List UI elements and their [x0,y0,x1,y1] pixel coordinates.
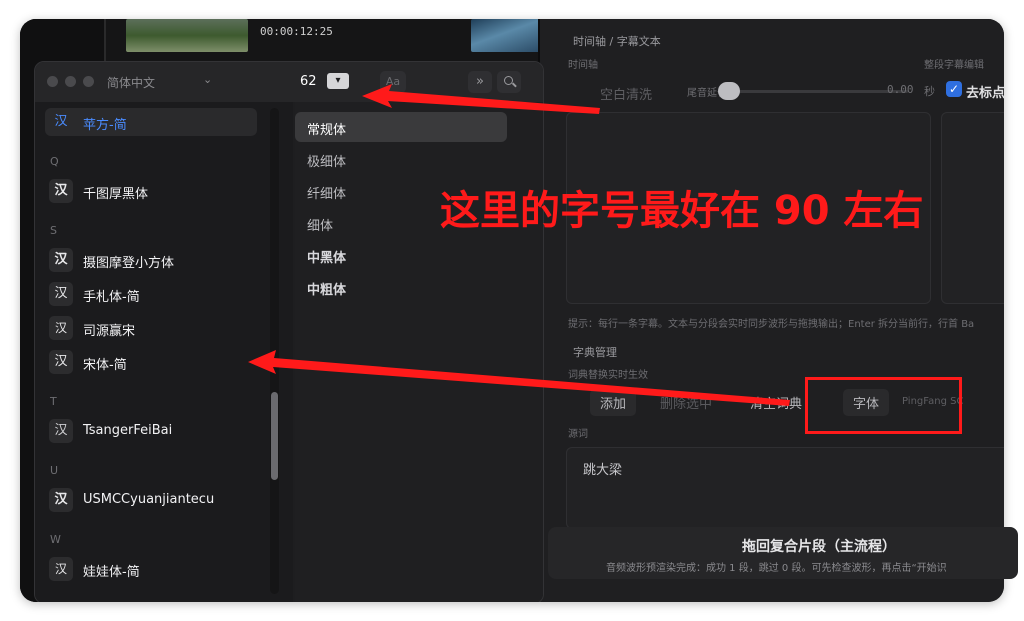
chevron-down-icon[interactable]: ⌄ [203,73,212,86]
weight-item[interactable]: 中黑体 [307,247,346,266]
source-word-label: 源词 [568,429,588,440]
font-glyph-icon: 汉 [54,114,68,129]
dict-realtime-label: 词典替换实时生效 [568,370,648,381]
seconds-unit: 秒 [924,85,935,98]
scrollbar-thumb[interactable] [271,392,278,480]
font-picker-toolbar: 简体中文 ⌄ 62 ▾ Aa » [35,62,543,102]
remove-punct-checkbox[interactable]: ✓ [946,81,962,97]
font-weight-list[interactable]: 常规体 极细体 纤细体 细体 中黑体 中粗体 [295,102,543,602]
font-size-dropdown-button[interactable]: ▾ [327,73,349,89]
timeline-label: 时间轴 [568,60,598,71]
app-window: 00:00:12:25 时间轴 / 字幕文本 时间轴 整段字幕编辑 空白清洗 尾… [20,19,1004,602]
font-family-list[interactable]: 汉 苹方-简 Q 汉 千图厚黑体 S 汉 摄图摩登小方体 汉 手札体-简 汉 司… [35,102,293,602]
font-glyph-icon: 汉 [49,316,73,340]
zoom-icon[interactable] [83,76,94,87]
more-options-button[interactable]: » [468,71,492,93]
section-letter: U [50,464,59,477]
section-letter: Q [50,155,59,168]
section-letter: S [50,224,57,237]
weight-item[interactable]: 中粗体 [307,279,346,298]
delete-selected-button[interactable]: 删除选中 [650,389,722,416]
font-glyph-icon: 汉 [49,179,73,203]
font-item[interactable]: TsangerFeiBai [83,423,172,438]
font-glyph-icon: 汉 [49,248,73,272]
font-glyph-icon: 汉 [49,557,73,581]
return-compound-clip-button[interactable]: 拖回复合片段（主流程） [742,536,896,556]
add-button[interactable]: 添加 [590,389,637,416]
language-select[interactable]: 简体中文 [107,74,155,91]
font-glyph-icon: 汉 [49,488,73,512]
tail-extend-value: 0.00 [887,83,914,96]
font-picker-panel: 简体中文 ⌄ 62 ▾ Aa » 汉 苹方-简 Q 汉 千图厚黑体 S 汉 摄图… [34,61,544,602]
status-note: 音频波形预渲染完成：成功 1 段，跳过 0 段。可先检查波形，再点击“开始识 [606,563,947,574]
annotation-text: 这里的字号最好在 90 左右 [440,188,924,234]
section-letter: T [50,395,57,408]
timecode: 00:00:12:25 [260,25,333,38]
weight-item[interactable]: 纤细体 [307,183,346,202]
font-item[interactable]: 司源赢宋 [83,320,135,339]
font-item[interactable]: 宋体-简 [83,354,127,373]
section-title: 时间轴 / 字幕文本 [573,35,661,48]
clear-dict-button[interactable]: 清空词典 [740,389,812,416]
font-item[interactable]: 千图厚黑体 [83,183,148,202]
weight-item[interactable]: 极细体 [307,151,346,170]
section-letter: W [50,533,61,546]
tail-extend-slider[interactable] [718,90,908,93]
subtitle-panel: 时间轴 / 字幕文本 时间轴 整段字幕编辑 空白清洗 尾音延长 0.00 秒 ✓… [540,19,1004,602]
annotation-highlight-box [805,377,962,434]
subtitle-edit-label: 整段字幕编辑 [924,60,984,71]
font-glyph-icon: 汉 [49,419,73,443]
font-glyph-icon: 汉 [49,350,73,374]
weight-item[interactable]: 常规体 [307,119,346,138]
minimize-icon[interactable] [65,76,76,87]
source-word-value: 跳大梁 [583,463,623,478]
source-word-input[interactable] [566,447,1004,529]
font-item[interactable]: 手札体-简 [83,286,140,305]
font-list-scrollbar[interactable] [270,108,279,594]
subtitle-edit-textarea[interactable] [941,112,1004,304]
slider-knob[interactable] [718,82,740,100]
dict-title: 字典管理 [573,346,617,359]
clip-thumbnail[interactable] [471,19,540,52]
clear-button[interactable]: 空白清洗 [590,80,662,107]
hint-text: 提示：每行一条字幕。文本与分段会实时同步波形与拖拽输出；Enter 拆分当前行，… [568,319,975,330]
font-item[interactable]: 摄图摩登小方体 [83,252,174,271]
font-item[interactable]: 苹方-简 [83,114,127,133]
weight-item[interactable]: 细体 [307,215,333,234]
selected-font-row[interactable] [45,108,257,136]
font-item[interactable]: 娃娃体-简 [83,561,140,580]
font-size-value[interactable]: 62 [300,74,317,89]
search-icon[interactable] [497,71,521,93]
font-item[interactable]: USMCCyuanjiantecu [83,492,214,507]
close-icon[interactable] [47,76,58,87]
remove-punct-label: 去标点 [966,86,1004,101]
preview-aa-button[interactable]: Aa [380,71,406,93]
font-glyph-icon: 汉 [49,282,73,306]
clip-thumbnail[interactable] [126,19,248,52]
